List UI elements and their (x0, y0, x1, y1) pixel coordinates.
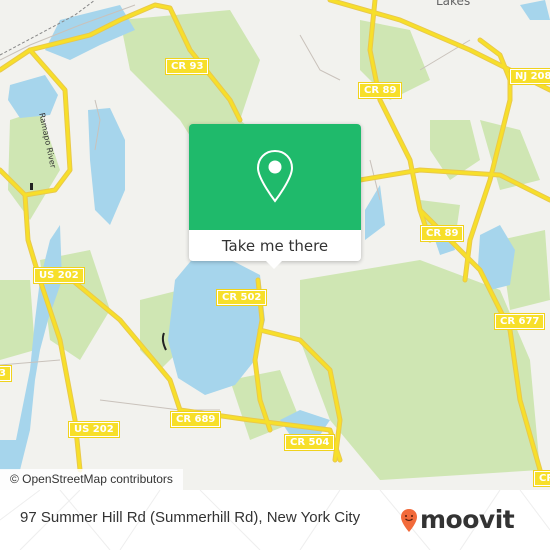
road-shield-cr502: CR 502 (215, 289, 268, 306)
road-shield-cr89-north: CR 89 (357, 82, 403, 99)
location-popup: Take me there (189, 124, 361, 269)
moovit-logo[interactable]: moovit (400, 505, 515, 534)
road-shield-cr677: CR 677 (493, 313, 546, 330)
popup-pointer (266, 261, 282, 269)
popup-header (189, 124, 361, 230)
moovit-pin-logo-icon (401, 508, 417, 532)
road-shield-cr689: CR 689 (169, 411, 222, 428)
road-shield-cr89-east: CR 89 (419, 225, 465, 242)
road-shield-partial-left: 3 (0, 365, 12, 382)
road-shield-us202-north: US 202 (33, 267, 85, 284)
address-text: 97 Summer Hill Rd (Summerhill Rd), New Y… (20, 509, 361, 526)
road-shield-cr504: CR 504 (283, 434, 336, 451)
road-shield-us202-south: US 202 (68, 421, 120, 438)
map-attribution[interactable]: © OpenStreetMap contributors (0, 469, 183, 490)
road-shield-nj208: NJ 208 (508, 68, 550, 85)
location-pin-icon (256, 149, 294, 203)
take-me-there-button[interactable]: Take me there (189, 230, 361, 261)
road-shield-cr93: CR 93 (164, 58, 210, 75)
footer: 97 Summer Hill Rd (Summerhill Rd), New Y… (0, 490, 550, 550)
moovit-wordmark: moovit (420, 505, 515, 534)
map[interactable]: Lakes Ramapo River CR 93 CR 89 NJ 208 CR… (0, 0, 550, 490)
place-label-lakes: Lakes (436, 0, 471, 8)
road-shield-partial-bottom-right: CR (532, 470, 550, 487)
